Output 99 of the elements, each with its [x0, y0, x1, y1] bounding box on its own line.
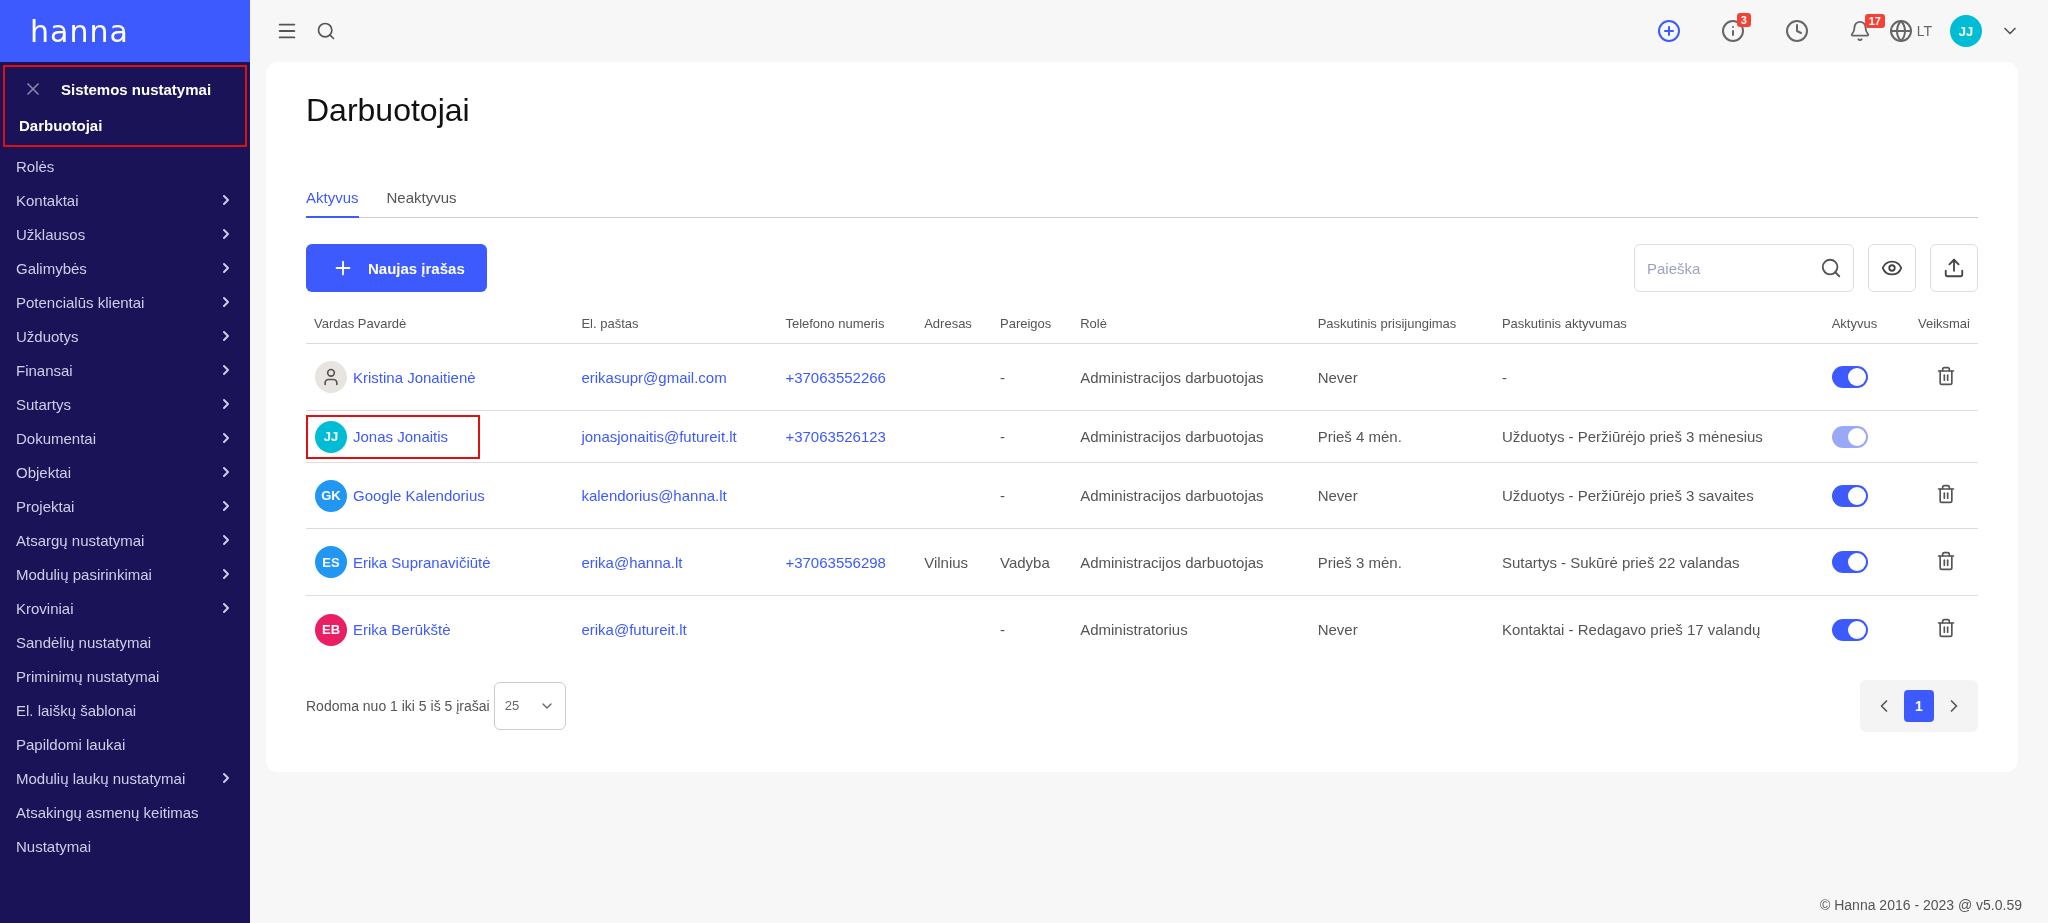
plus-circle-icon[interactable]	[1656, 19, 1681, 43]
table-cell: Užduotys - Peržiūrėjo prieš 3 mėnesius	[1501, 428, 1763, 445]
logo: hanna	[30, 13, 129, 49]
page-size-select[interactable]: 25	[493, 681, 566, 730]
table-cell: Administracijos darbuotojas	[1080, 487, 1264, 504]
avatar: ES	[315, 546, 347, 578]
phone-link[interactable]: +37063552266	[785, 368, 886, 386]
sidebar-item[interactable]: Nustatymai	[0, 829, 250, 863]
column-header: Vardas Pavardė	[306, 304, 574, 344]
trash-icon[interactable]	[1936, 550, 1956, 571]
column-header: Veiksmai	[1896, 304, 1978, 344]
sidebar-item[interactable]: Modulių laukų nustatymai	[0, 761, 250, 795]
sidebar-item[interactable]: Užduotys	[0, 319, 250, 353]
name-link[interactable]: Erika Supranavičiūtė	[353, 553, 491, 571]
column-header: El. paštas	[573, 304, 778, 344]
table-cell: Administracijos darbuotojas	[1080, 428, 1264, 445]
sidebar-item[interactable]: Kroviniai	[0, 591, 250, 625]
column-header: Adresas	[916, 304, 992, 344]
table-cell: Prieš 4 mėn.	[1317, 428, 1402, 445]
upload-icon	[1943, 257, 1965, 279]
new-record-button[interactable]: Naujas įrašas	[306, 244, 487, 292]
clock-icon[interactable]	[1784, 19, 1809, 43]
column-header: Pareigos	[992, 304, 1073, 344]
avatar: GK	[315, 479, 347, 512]
sidebar-item[interactable]: Sandėlių nustatymai	[0, 625, 250, 659]
table-cell: Vilnius	[924, 553, 969, 571]
sidebar-item[interactable]: Atsargų nustatymai	[0, 523, 250, 557]
sidebar-item[interactable]: Rolės	[0, 149, 250, 183]
sidebar-item[interactable]: El. laiškų šablonai	[0, 693, 250, 727]
search-icon[interactable]	[316, 21, 336, 41]
bell-icon[interactable]	[1848, 20, 1871, 42]
search-field[interactable]: Paieška	[1634, 244, 1854, 292]
sidebar-item[interactable]: Užklausos	[0, 217, 250, 251]
search-icon[interactable]	[1820, 257, 1842, 279]
sidebar-item[interactable]: Dokumentai	[0, 421, 250, 455]
trash-icon[interactable]	[1936, 618, 1956, 639]
table-cell: Užduotys - Peržiūrėjo prieš 3 savaites	[1501, 487, 1754, 504]
table-cell: Vadyba	[1000, 553, 1050, 571]
email-link[interactable]: erika@hanna.lt	[581, 553, 683, 571]
sidebar-item[interactable]: Atsakingų asmenų keitimas	[0, 795, 250, 829]
table-cell: Prieš 3 mėn.	[1317, 553, 1402, 571]
column-header: Aktyvus	[1823, 304, 1897, 344]
table-cell: -	[1000, 621, 1005, 639]
sidebar-item[interactable]: Objektai	[0, 455, 250, 489]
eye-button[interactable]	[1868, 244, 1916, 292]
table-cell: Sutartys - Sukūrė prieš 22 valandas	[1501, 553, 1740, 571]
sidebar-item[interactable]: Potencialūs klientai	[0, 285, 250, 319]
copyright-text: © Hanna 2016 - 2023 @ v5.0.59	[1819, 897, 2023, 915]
tab[interactable]: Aktyvus	[306, 181, 359, 218]
avatar: JJ	[315, 420, 347, 453]
table-cell: Administratorius	[1080, 621, 1188, 639]
name-link[interactable]: Kristina Jonaitienė	[353, 368, 476, 386]
count-badge: 17	[1864, 14, 1885, 28]
sidebar-item[interactable]: Galimybės	[0, 251, 250, 285]
avatar: EB	[315, 613, 347, 646]
table-cell: -	[1000, 487, 1005, 504]
globe-icon[interactable]	[1888, 19, 1913, 43]
email-link[interactable]: erika@futureit.lt	[581, 621, 687, 639]
avatar	[315, 361, 347, 393]
page-button[interactable]: 1	[1904, 689, 1934, 722]
email-link[interactable]: kalendorius@hanna.lt	[581, 487, 727, 504]
sidebar-item[interactable]: Sutartys	[0, 387, 250, 421]
phone-link[interactable]: +37063556298	[785, 553, 886, 571]
table-cell: -	[1501, 368, 1507, 386]
table-cell: Never	[1317, 487, 1358, 504]
active-toggle[interactable]	[1831, 366, 1868, 388]
sidebar-item[interactable]: Modulių pasirinkimai	[0, 557, 250, 591]
email-link[interactable]: erikasupr@gmail.com	[581, 368, 727, 386]
table-cell: Never	[1317, 621, 1358, 639]
active-toggle[interactable]	[1831, 484, 1868, 507]
trash-icon[interactable]	[1936, 365, 1956, 386]
sidebar-item[interactable]: Projektai	[0, 489, 250, 523]
table-cell: Kontaktai - Redagavo prieš 17 valandų	[1501, 621, 1761, 639]
sidebar-item[interactable]: Finansai	[0, 353, 250, 387]
table-cell: Administracijos darbuotojas	[1080, 553, 1264, 571]
section-title: Sistemos nustatymai	[61, 80, 212, 98]
active-toggle[interactable]	[1831, 618, 1868, 641]
active-toggle[interactable]	[1831, 551, 1868, 573]
tab[interactable]: Neaktyvus	[386, 181, 457, 218]
trash-icon[interactable]	[1936, 484, 1956, 504]
table-cell: -	[1000, 428, 1005, 445]
page-title: Darbuotojai	[306, 92, 471, 129]
column-header: Telefono numeris	[777, 304, 917, 344]
name-link[interactable]: Google Kalendorius	[353, 487, 485, 504]
sidebar-item[interactable]: Darbuotojai	[5, 111, 245, 139]
sidebar-item[interactable]: Papildomi laukai	[0, 727, 250, 761]
name-link[interactable]: Erika Berūkštė	[353, 621, 451, 639]
language-label[interactable]: LT	[1916, 23, 1932, 39]
column-header: Paskutinis prisijungimas	[1309, 304, 1494, 344]
upload-button[interactable]	[1930, 244, 1978, 292]
records-summary: Rodoma nuo 1 iki 5 iš 5 įrašai	[306, 697, 490, 714]
table-cell: Never	[1317, 368, 1358, 386]
sidebar-item[interactable]: Priminimų nustatymai	[0, 659, 250, 693]
table-cell: Administracijos darbuotojas	[1080, 368, 1264, 386]
column-header: Rolė	[1072, 304, 1310, 344]
count-badge: 3	[1736, 13, 1751, 27]
column-header: Paskutinis aktyvumas	[1493, 304, 1824, 344]
table-cell: -	[1000, 368, 1005, 386]
sidebar-item[interactable]: Kontaktai	[0, 183, 250, 217]
